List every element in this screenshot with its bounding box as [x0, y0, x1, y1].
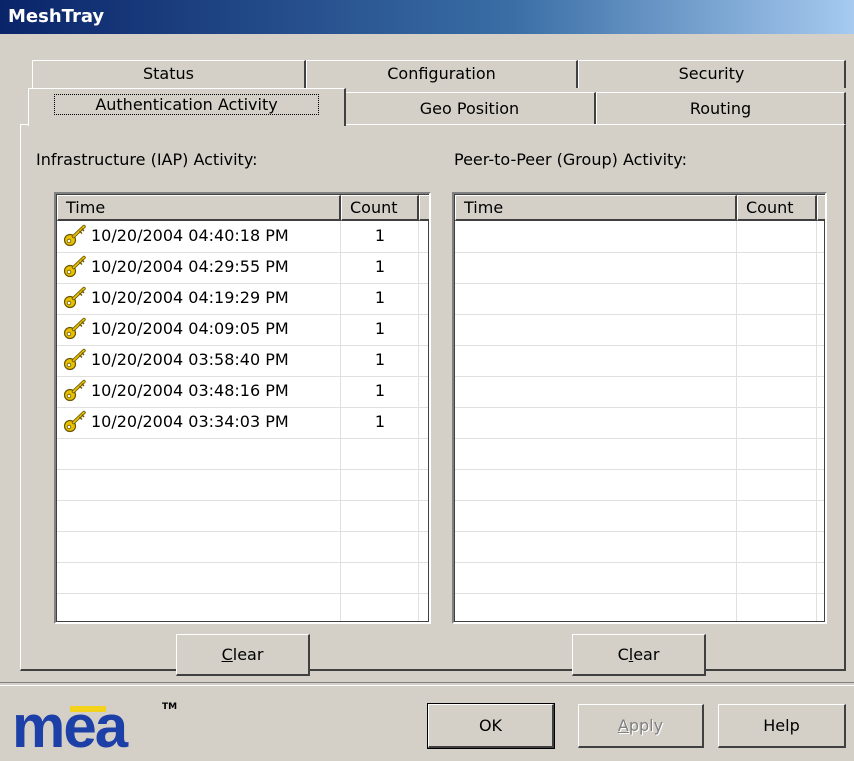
tab-security[interactable]: Security	[578, 60, 846, 88]
table-row[interactable]: 10/20/2004 03:58:40 PM 1	[57, 345, 428, 377]
iap-activity-label: Infrastructure (IAP) Activity:	[36, 150, 258, 169]
help-button[interactable]: Help	[718, 704, 846, 748]
table-row	[455, 283, 824, 315]
key-icon	[63, 317, 87, 341]
table-row[interactable]: 10/20/2004 04:29:55 PM 1	[57, 252, 428, 284]
tab-configuration-label: Configuration	[387, 64, 496, 83]
table-row	[455, 407, 824, 439]
time-cell: 10/20/2004 04:09:05 PM	[91, 319, 289, 338]
mea-logo: mea TM	[12, 693, 202, 760]
count-cell: 1	[374, 257, 386, 276]
table-row	[455, 314, 824, 346]
key-icon	[63, 224, 87, 248]
table-row	[455, 252, 824, 284]
tab-routing-label: Routing	[689, 99, 752, 118]
p2p-activity-label: Peer-to-Peer (Group) Activity:	[454, 150, 687, 169]
count-cell: 1	[374, 288, 386, 307]
tab-geo-position-label: Geo Position	[419, 99, 520, 118]
table-row	[455, 469, 824, 501]
ok-button-label: OK	[478, 716, 503, 735]
count-cell: 1	[374, 381, 386, 400]
column-header-filler	[817, 195, 825, 221]
table-row	[57, 500, 428, 532]
key-icon	[63, 379, 87, 403]
time-cell: 10/20/2004 04:19:29 PM	[91, 288, 289, 307]
time-cell: 10/20/2004 03:58:40 PM	[91, 350, 289, 369]
tab-status-label: Status	[143, 64, 194, 83]
apply-rest: pply	[628, 716, 664, 735]
count-cell: 1	[374, 226, 386, 245]
count-cell: 1	[374, 319, 386, 338]
iap-clear-button[interactable]: Clear	[176, 634, 310, 676]
table-row	[57, 562, 428, 594]
table-row	[57, 438, 428, 470]
table-row	[455, 500, 824, 532]
tab-geo-position[interactable]: Geo Position	[344, 92, 596, 124]
table-row	[455, 593, 824, 622]
table-row	[57, 531, 428, 563]
time-cell: 10/20/2004 03:48:16 PM	[91, 381, 289, 400]
table-row	[455, 562, 824, 594]
key-icon	[63, 410, 87, 434]
table-row[interactable]: 10/20/2004 04:09:05 PM 1	[57, 314, 428, 346]
p2p-clear-pre: C	[617, 645, 629, 664]
table-row[interactable]: 10/20/2004 03:48:16 PM 1	[57, 376, 428, 408]
table-row	[455, 376, 824, 408]
key-icon	[63, 255, 87, 279]
tab-status[interactable]: Status	[32, 60, 306, 88]
column-header-time[interactable]: Time	[455, 195, 737, 221]
tab-authentication-activity-label: Authentication Activity	[54, 94, 319, 115]
logo-trademark: TM	[162, 702, 178, 712]
table-row	[455, 531, 824, 563]
footer-separator	[0, 682, 854, 686]
count-cell: 1	[374, 350, 386, 369]
count-cell: 1	[374, 412, 386, 431]
p2p-clear-button[interactable]: Clear	[572, 634, 706, 676]
ok-button[interactable]: OK	[427, 703, 555, 749]
table-row[interactable]: 10/20/2004 04:40:18 PM 1	[57, 221, 428, 253]
table-row	[57, 469, 428, 501]
tab-authentication-activity[interactable]: Authentication Activity	[28, 88, 346, 126]
table-row	[455, 345, 824, 377]
table-row[interactable]: 10/20/2004 03:34:03 PM 1	[57, 407, 428, 439]
window-title: MeshTray	[8, 6, 105, 27]
column-header-count[interactable]: Count	[341, 195, 419, 221]
table-row	[455, 438, 824, 470]
apply-button[interactable]: Apply	[578, 704, 704, 748]
column-header-time[interactable]: Time	[57, 195, 341, 221]
key-icon	[63, 286, 87, 310]
column-header-count[interactable]: Count	[737, 195, 817, 221]
key-icon	[63, 348, 87, 372]
time-cell: 10/20/2004 03:34:03 PM	[91, 412, 289, 431]
tab-security-label: Security	[678, 64, 745, 83]
iap-clear-mnemonic: C	[221, 645, 233, 664]
table-row[interactable]: 10/20/2004 04:19:29 PM 1	[57, 283, 428, 315]
p2p-clear-rest: ear	[633, 645, 660, 664]
table-row	[57, 593, 428, 622]
apply-mnemonic: A	[617, 716, 629, 735]
time-cell: 10/20/2004 04:29:55 PM	[91, 257, 289, 276]
tab-routing[interactable]: Routing	[596, 92, 846, 124]
help-button-label: Help	[763, 716, 800, 735]
iap-clear-rest: lear	[232, 645, 264, 664]
table-row	[455, 221, 824, 253]
column-header-filler	[419, 195, 429, 221]
time-cell: 10/20/2004 04:40:18 PM	[91, 226, 289, 245]
logo-text: mea	[12, 693, 128, 760]
p2p-activity-list[interactable]: Time Count	[452, 192, 827, 624]
iap-activity-list[interactable]: Time Count 10/20/2004 04:40:18 PM 1 10/20/…	[54, 192, 431, 624]
title-bar[interactable]: MeshTray	[0, 0, 854, 34]
tab-configuration[interactable]: Configuration	[306, 60, 578, 88]
